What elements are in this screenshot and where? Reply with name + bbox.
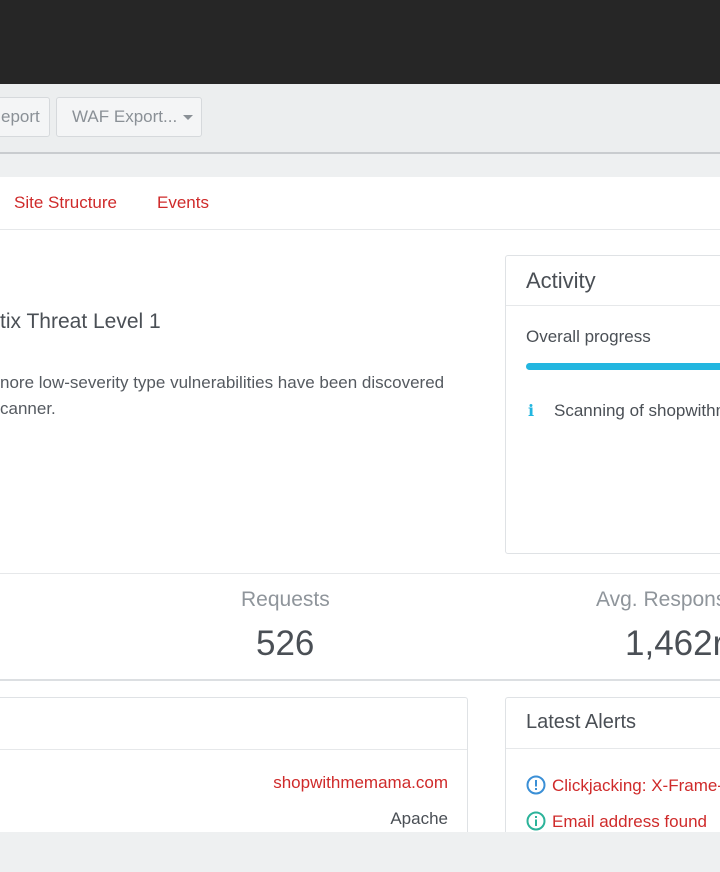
footer-area	[0, 832, 720, 872]
activity-panel: Activity Overall progress i Scanning of s…	[505, 255, 720, 554]
requests-value: 526	[256, 624, 315, 663]
alert-item-label: Clickjacking: X-Frame-C	[552, 776, 720, 795]
target-info-header	[0, 698, 467, 750]
overall-progress-bar	[526, 363, 720, 370]
target-address-link[interactable]: shopwithmemama.com	[273, 773, 448, 793]
info-circle-icon	[526, 811, 546, 831]
caret-down-icon	[183, 115, 194, 121]
server-value: Apache	[390, 809, 448, 828]
scan-status-row: i Scanning of shopwithm	[528, 401, 720, 421]
threat-description-line1: nore low-severity type vulnerabilities h…	[0, 373, 445, 392]
scan-status-text: Scanning of shopwithm	[554, 401, 720, 420]
overall-progress-label: Overall progress	[526, 327, 651, 346]
overall-progress-fill	[526, 363, 720, 370]
alert-circle-icon	[526, 775, 546, 795]
top-header-bar	[0, 0, 720, 84]
report-button[interactable]: eport	[0, 97, 50, 137]
waf-export-label: WAF Export...	[72, 107, 178, 126]
main-panel: Site Structure Events tix Threat Level 1…	[0, 177, 720, 857]
alert-item-email[interactable]: Email address found	[526, 811, 707, 832]
avg-response-value: 1,462r	[625, 624, 720, 663]
avg-response-label: Avg. Respons	[596, 588, 720, 611]
threat-description: nore low-severity type vulnerabilities h…	[0, 370, 470, 422]
alert-item-clickjacking[interactable]: Clickjacking: X-Frame-C	[526, 775, 720, 796]
latest-alerts-title: Latest Alerts	[506, 698, 720, 749]
threat-description-line2: canner.	[0, 399, 56, 418]
toolbar: eport WAF Export...	[0, 84, 720, 154]
tab-events[interactable]: Events	[157, 193, 209, 213]
waf-export-button[interactable]: WAF Export...	[56, 97, 202, 137]
tab-bar: Site Structure Events	[0, 177, 720, 230]
activity-title: Activity	[506, 256, 720, 306]
report-button-label: eport	[1, 107, 40, 126]
tab-site-structure[interactable]: Site Structure	[14, 193, 117, 213]
alert-item-label: Email address found	[552, 812, 707, 831]
scan-stats: Requests 526 Avg. Respons 1,462r	[0, 573, 720, 681]
threat-level-title: tix Threat Level 1	[0, 310, 161, 333]
requests-label: Requests	[241, 588, 330, 611]
info-icon: i	[528, 401, 535, 420]
